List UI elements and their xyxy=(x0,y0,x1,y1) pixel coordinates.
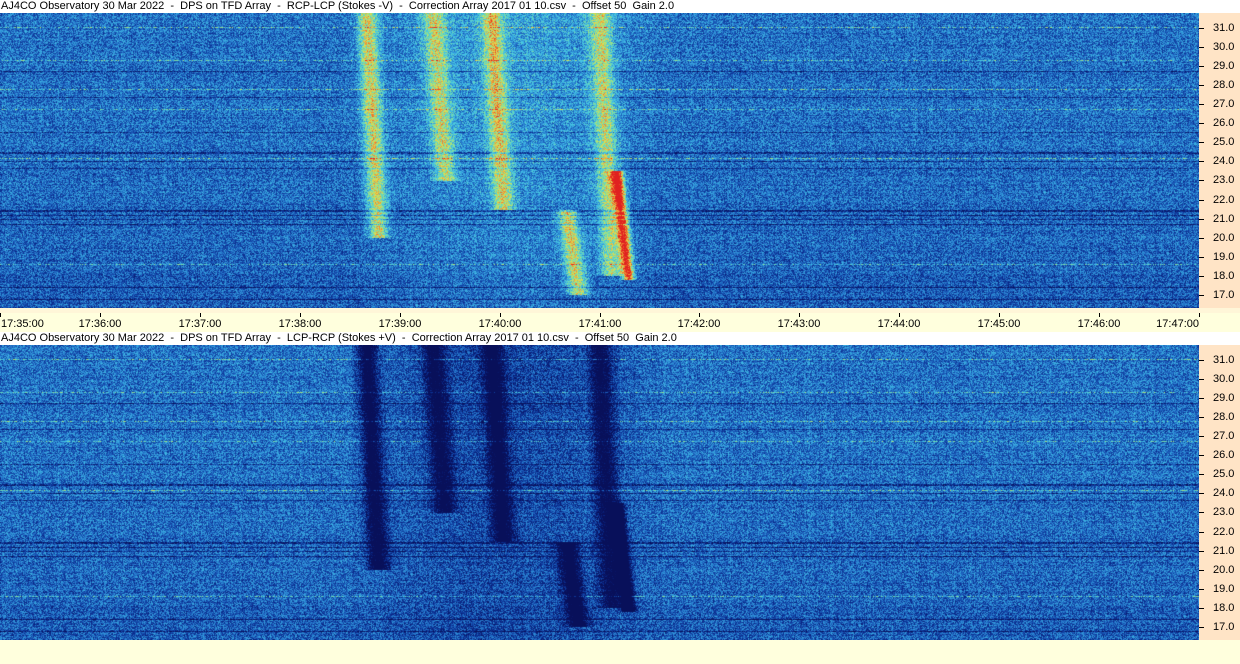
time-tick-mark xyxy=(500,313,501,317)
freq-tick-mark xyxy=(1199,455,1204,456)
freq-tick-label: 21.0 xyxy=(1213,545,1235,557)
time-tick-label: 17:41:00 xyxy=(578,318,622,330)
time-tick-label: 17:45:00 xyxy=(977,318,1021,330)
freq-tick-mark xyxy=(1199,180,1204,181)
freq-tick-label: 24.0 xyxy=(1213,155,1235,167)
freq-tick-label: 31.0 xyxy=(1213,354,1235,366)
panel-2-frequency-axis: 31.0 30.0 29.0 28.0 27.0 26.0 25.0 24.0 23.0 22.0… xyxy=(1199,345,1240,640)
freq-tick-label: 30.0 xyxy=(1213,41,1235,53)
spectrogram-canvas-stokes-minus-v xyxy=(0,13,1199,308)
time-tick-mark xyxy=(400,313,401,317)
freq-tick-label: 27.0 xyxy=(1213,98,1235,110)
freq-tick-label: 19.0 xyxy=(1213,583,1235,595)
time-tick-mark xyxy=(100,313,101,317)
freq-tick-mark xyxy=(1199,238,1204,239)
freq-tick-label: 18.0 xyxy=(1213,602,1235,614)
freq-tick-mark xyxy=(1199,398,1204,399)
time-tick-label: 17:38:00 xyxy=(278,318,322,330)
freq-tick-mark xyxy=(1199,532,1204,533)
time-tick-mark xyxy=(799,313,800,317)
panel-1-frequency-axis: 31.0 30.0 29.0 28.0 27.0 26.0 25.0 24.0 23.0 22.0… xyxy=(1199,13,1240,308)
time-tick-label: 17:39:00 xyxy=(378,318,422,330)
panel-1-title: AJ4CO Observatory 30 Mar 2022 - DPS on T… xyxy=(0,0,1240,13)
freq-tick-label: 28.0 xyxy=(1213,411,1235,423)
panel-1-spectrogram xyxy=(0,13,1199,308)
freq-tick-label: 19.0 xyxy=(1213,251,1235,263)
time-tick-label: 17:44:00 xyxy=(877,318,921,330)
freq-tick-mark xyxy=(1199,551,1204,552)
freq-tick-mark xyxy=(1199,627,1204,628)
panel-2-spectrogram xyxy=(0,345,1199,640)
freq-tick-mark xyxy=(1199,436,1204,437)
freq-tick-label: 22.0 xyxy=(1213,526,1235,538)
freq-tick-mark xyxy=(1199,417,1204,418)
time-tick-mark xyxy=(699,313,700,317)
freq-tick-mark xyxy=(1199,161,1204,162)
freq-tick-label: 20.0 xyxy=(1213,564,1235,576)
time-tick-mark xyxy=(200,313,201,317)
time-tick-mark xyxy=(0,313,1,317)
freq-tick-label: 31.0 xyxy=(1213,22,1235,34)
freq-tick-mark xyxy=(1199,200,1204,201)
freq-tick-mark xyxy=(1199,608,1204,609)
freq-tick-label: 26.0 xyxy=(1213,449,1235,461)
freq-tick-label: 20.0 xyxy=(1213,232,1235,244)
time-tick-mark xyxy=(1199,313,1200,317)
panel-2-title: AJ4CO Observatory 30 Mar 2022 - DPS on T… xyxy=(0,332,1240,345)
freq-tick-mark xyxy=(1199,142,1204,143)
freq-tick-label: 24.0 xyxy=(1213,487,1235,499)
time-tick-label: 17:42:00 xyxy=(677,318,721,330)
freq-tick-label: 17.0 xyxy=(1213,289,1235,301)
freq-tick-label: 22.0 xyxy=(1213,194,1235,206)
freq-tick-label: 23.0 xyxy=(1213,174,1235,186)
freq-tick-label: 30.0 xyxy=(1213,373,1235,385)
freq-tick-mark xyxy=(1199,474,1204,475)
freq-tick-label: 27.0 xyxy=(1213,430,1235,442)
freq-tick-label: 25.0 xyxy=(1213,136,1235,148)
freq-tick-mark xyxy=(1199,570,1204,571)
freq-tick-mark xyxy=(1199,85,1204,86)
panel-1-time-axis: 17:35:00 17:36:00 17:37:00 17:38:00 17:39:00… xyxy=(0,313,1240,333)
freq-tick-label: 21.0 xyxy=(1213,213,1235,225)
spectrogram-canvas-stokes-plus-v xyxy=(0,345,1199,640)
freq-tick-label: 23.0 xyxy=(1213,506,1235,518)
freq-tick-label: 17.0 xyxy=(1213,621,1235,633)
freq-tick-mark xyxy=(1199,295,1204,296)
freq-tick-label: 26.0 xyxy=(1213,117,1235,129)
freq-tick-label: 25.0 xyxy=(1213,468,1235,480)
time-tick-mark xyxy=(999,313,1000,317)
freq-tick-mark xyxy=(1199,512,1204,513)
freq-tick-mark xyxy=(1199,123,1204,124)
time-tick-label: 17:40:00 xyxy=(478,318,522,330)
freq-tick-mark xyxy=(1199,66,1204,67)
freq-tick-mark xyxy=(1199,589,1204,590)
freq-tick-label: 29.0 xyxy=(1213,392,1235,404)
time-tick-mark xyxy=(1099,313,1100,317)
freq-tick-mark xyxy=(1199,276,1204,277)
time-tick-mark xyxy=(600,313,601,317)
time-tick-label: 17:37:00 xyxy=(178,318,222,330)
freq-tick-mark xyxy=(1199,493,1204,494)
freq-tick-mark xyxy=(1199,257,1204,258)
time-tick-label: 17:36:00 xyxy=(78,318,122,330)
panel-2-bottom-strip xyxy=(0,640,1240,664)
freq-tick-mark xyxy=(1199,360,1204,361)
freq-tick-mark xyxy=(1199,47,1204,48)
freq-tick-mark xyxy=(1199,379,1204,380)
freq-tick-mark xyxy=(1199,219,1204,220)
time-tick-label: 17:47:00 xyxy=(1156,318,1199,330)
freq-tick-label: 28.0 xyxy=(1213,79,1235,91)
time-tick-mark xyxy=(300,313,301,317)
time-tick-label: 17:46:00 xyxy=(1077,318,1121,330)
time-tick-mark xyxy=(899,313,900,317)
freq-tick-mark xyxy=(1199,104,1204,105)
time-tick-label: 17:43:00 xyxy=(777,318,821,330)
freq-tick-label: 18.0 xyxy=(1213,270,1235,282)
freq-tick-mark xyxy=(1199,28,1204,29)
time-tick-label: 17:35:00 xyxy=(1,318,44,330)
freq-tick-label: 29.0 xyxy=(1213,60,1235,72)
